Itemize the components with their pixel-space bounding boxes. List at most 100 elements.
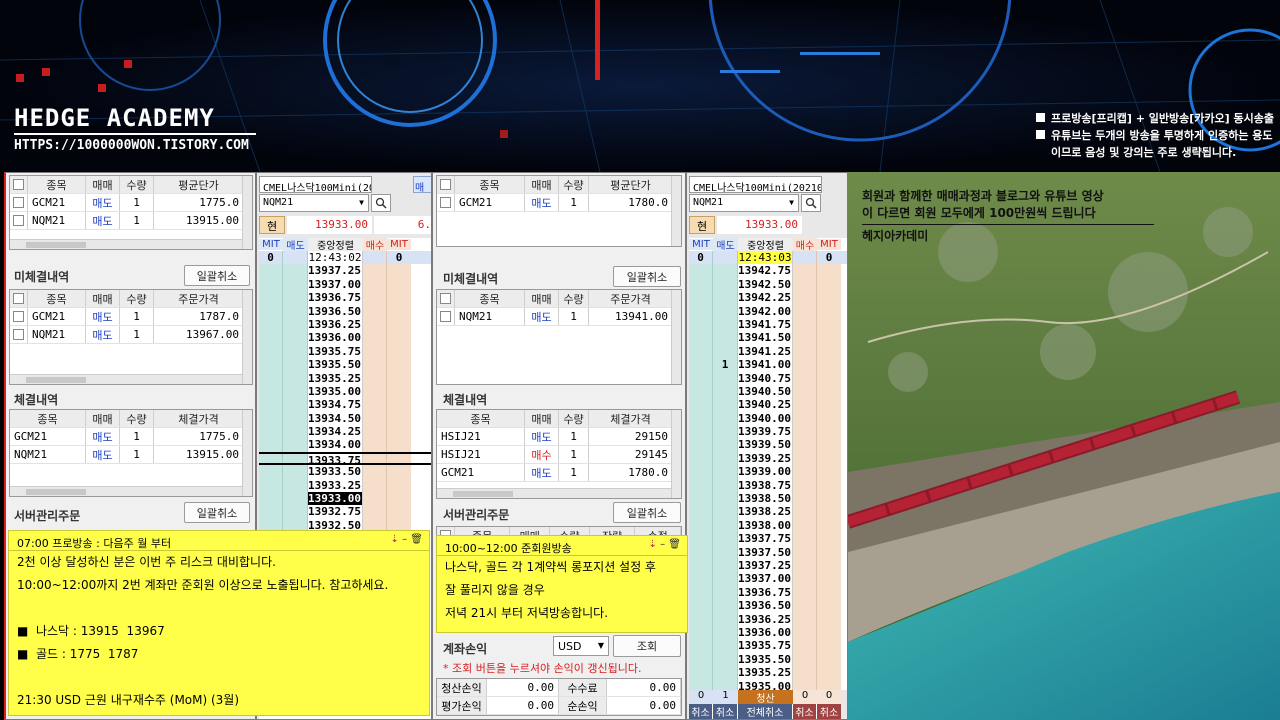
sell-order-cell[interactable] — [283, 505, 308, 519]
vertical-scrollbar[interactable] — [671, 290, 681, 384]
ladder-price-row[interactable]: 13939.75 — [689, 425, 847, 439]
sell-order-cell[interactable] — [283, 344, 308, 359]
query-button[interactable]: 조회 — [613, 635, 681, 657]
ladder-price-row[interactable]: 1 13941.00 — [689, 358, 847, 372]
mit-sell-cell[interactable] — [689, 384, 713, 399]
buy-order-cell[interactable] — [793, 291, 817, 305]
cancel-mit-buy-button[interactable]: 취소 — [817, 704, 841, 719]
buy-order-cell[interactable] — [363, 465, 387, 479]
buy-order-cell[interactable] — [363, 453, 387, 464]
mit-sell-cell[interactable] — [689, 679, 713, 690]
buy-order-cell[interactable] — [363, 291, 387, 305]
ladder-price-row[interactable]: 13933.00 — [259, 492, 431, 506]
mit-buy-cell[interactable] — [817, 344, 841, 359]
ladder-price-row[interactable]: 13932.75 — [259, 505, 431, 519]
mit-buy-cell[interactable] — [817, 492, 841, 506]
mit-buy-cell[interactable] — [387, 331, 411, 345]
buy-order-cell[interactable] — [363, 264, 387, 278]
ladder-price-row[interactable]: 13936.50 — [689, 599, 847, 613]
mit-buy-cell[interactable] — [817, 679, 841, 690]
search-button[interactable] — [801, 194, 821, 212]
ladder-price-row[interactable]: 13937.25 — [689, 558, 847, 573]
row-checkbox[interactable] — [440, 311, 451, 322]
mit-buy-cell[interactable] — [817, 451, 841, 466]
mit-buy-cell[interactable] — [817, 599, 841, 613]
buy-order-cell[interactable] — [793, 371, 817, 385]
ladder-price-row[interactable]: 13934.25 — [259, 425, 431, 439]
mit-sell-cell[interactable] — [689, 572, 713, 586]
sell-order-cell[interactable] — [713, 371, 738, 385]
sell-order-cell[interactable] — [713, 331, 738, 345]
mit-buy-cell[interactable] — [817, 465, 841, 479]
buy-order-cell[interactable] — [793, 532, 817, 546]
mit-buy-cell[interactable] — [817, 652, 841, 667]
sell-order-cell[interactable] — [713, 518, 738, 533]
mit-buy-cell[interactable] — [817, 612, 841, 626]
vertical-scrollbar[interactable] — [242, 176, 252, 249]
mit-buy-cell[interactable] — [817, 478, 841, 493]
mit-sell-cell[interactable] — [689, 331, 713, 345]
ladder-price-row[interactable]: 13935.75 — [689, 639, 847, 653]
ladder-price-row[interactable]: 13934.00 — [259, 438, 431, 452]
ladder-price-row[interactable]: 13939.25 — [689, 451, 847, 466]
ladder-price-row[interactable]: 13941.50 — [689, 331, 847, 345]
horizontal-scrollbar[interactable] — [10, 486, 242, 496]
buy-order-cell[interactable] — [793, 652, 817, 667]
ladder-price-row[interactable]: 13939.00 — [689, 465, 847, 479]
mit-buy-cell[interactable] — [387, 425, 411, 439]
mit-sell-cell[interactable] — [689, 451, 713, 466]
mit-sell-cell[interactable] — [689, 398, 713, 412]
row-checkbox[interactable] — [13, 311, 24, 322]
mit-sell-cell[interactable] — [259, 304, 283, 318]
table-row[interactable]: HSIJ21 매도 1 29150 — [437, 428, 681, 446]
mit-buy-cell[interactable] — [817, 558, 841, 573]
symbol-select[interactable]: NQM21 ▼ — [689, 194, 799, 212]
ladder-price-row[interactable]: 13937.75 — [689, 532, 847, 546]
sell-order-cell[interactable] — [713, 625, 738, 640]
sell-order-cell[interactable] — [283, 465, 308, 479]
ladder-price-row[interactable]: 13935.50 — [259, 358, 431, 372]
mit-buy-cell[interactable] — [817, 398, 841, 412]
mit-buy-cell[interactable] — [387, 277, 411, 292]
mit-sell-cell[interactable] — [689, 277, 713, 292]
mit-sell-cell[interactable] — [689, 532, 713, 546]
mit-buy-cell[interactable] — [817, 317, 841, 332]
select-all-checkbox[interactable] — [440, 293, 451, 304]
sell-order-cell[interactable] — [283, 411, 308, 426]
ladder-price-row[interactable]: 13938.00 — [689, 518, 847, 533]
vertical-scrollbar[interactable] — [242, 290, 252, 384]
ladder-price-row[interactable]: 13938.25 — [689, 505, 847, 519]
mit-buy-cell[interactable] — [817, 358, 841, 372]
sell-order-cell[interactable] — [283, 317, 308, 332]
buy-order-cell[interactable] — [363, 277, 387, 292]
buy-order-cell[interactable] — [363, 478, 387, 493]
pin-icon[interactable]: ⇣ — [391, 534, 399, 545]
horizontal-scrollbar[interactable] — [10, 239, 242, 249]
mit-buy-cell[interactable] — [817, 505, 841, 519]
buy-order-cell[interactable] — [793, 585, 817, 600]
mit-buy-cell[interactable] — [817, 331, 841, 345]
mit-sell-cell[interactable] — [259, 317, 283, 332]
mit-sell-cell[interactable] — [259, 291, 283, 305]
ladder-price-row[interactable]: 13942.75 — [689, 264, 847, 278]
sell-order-cell[interactable] — [713, 572, 738, 586]
mit-buy-cell[interactable] — [387, 371, 411, 385]
search-button[interactable] — [371, 194, 391, 212]
mit-buy-cell[interactable] — [387, 505, 411, 519]
mit-buy-cell[interactable] — [817, 572, 841, 586]
sell-order-cell[interactable] — [283, 291, 308, 305]
mit-buy-cell[interactable] — [387, 411, 411, 426]
vertical-scrollbar[interactable] — [242, 410, 252, 496]
sell-order-cell[interactable] — [713, 505, 738, 519]
currency-select[interactable]: USD ▼ — [553, 636, 609, 656]
sell-order-cell[interactable] — [713, 304, 738, 318]
mit-buy-cell[interactable] — [387, 344, 411, 359]
cancel-all-button[interactable]: 전체취소 — [738, 704, 793, 719]
mit-buy-cell[interactable] — [387, 398, 411, 412]
mit-sell-cell[interactable] — [259, 492, 283, 506]
sell-order-cell[interactable] — [713, 599, 738, 613]
ladder-price-row[interactable]: 13936.00 — [259, 331, 431, 345]
buy-order-cell[interactable] — [793, 679, 817, 690]
mit-buy-cell[interactable] — [387, 438, 411, 452]
mit-sell-cell[interactable] — [259, 277, 283, 292]
